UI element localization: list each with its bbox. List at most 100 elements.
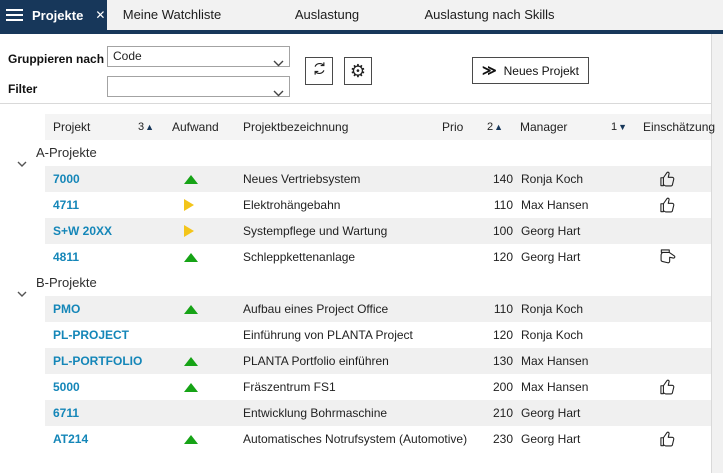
project-description: Automatisches Notrufsystem (Automotive) xyxy=(243,432,468,446)
rating-icon xyxy=(655,322,681,348)
project-priority: 230 xyxy=(492,432,513,446)
project-priority: 120 xyxy=(492,250,513,264)
table-row[interactable]: 6711 Entwicklung Bohrmaschine 210 Georg … xyxy=(0,400,711,426)
project-manager: Ronja Koch xyxy=(521,302,584,316)
settings-button[interactable]: ⚙ xyxy=(344,57,372,85)
project-description: PLANTA Portfolio einführen xyxy=(243,354,389,368)
tab-auslastung[interactable]: Auslastung xyxy=(267,0,387,30)
table-row[interactable]: 4711 Elektrohängebahn 110 Max Hansen xyxy=(0,192,711,218)
project-description: Entwicklung Bohrmaschine xyxy=(243,406,388,420)
project-priority: 120 xyxy=(492,328,513,342)
trend-up-icon xyxy=(184,296,202,322)
rating-icon xyxy=(655,348,681,374)
project-description: Neues Vertriebsystem xyxy=(243,172,361,186)
project-priority: 210 xyxy=(492,406,513,420)
thumb-neutral-icon xyxy=(655,244,681,270)
group-by-label: Gruppieren nach xyxy=(8,52,105,66)
trend-up-icon xyxy=(184,244,202,270)
project-description: Einführung von PLANTA Project xyxy=(243,328,413,342)
filter-select[interactable] xyxy=(107,76,290,97)
group-by-value: Code xyxy=(113,49,142,63)
group-row-a-projekte[interactable]: A-Projekte xyxy=(0,140,711,167)
project-table: Projekt 3▲ Aufwand Projektbezeichnung Pr… xyxy=(0,104,715,473)
tab-auslastung-nach-skills[interactable]: Auslastung nach Skills xyxy=(402,0,577,30)
sort-indicator-projekt[interactable]: 3▲ xyxy=(138,114,154,140)
project-manager: Ronja Koch xyxy=(521,172,584,186)
project-code-link[interactable]: 6711 xyxy=(53,400,181,426)
scrollbar-track[interactable] xyxy=(711,34,723,473)
filter-label: Filter xyxy=(8,82,38,96)
table-header-row: Projekt 3▲ Aufwand Projektbezeichnung Pr… xyxy=(0,114,715,140)
close-tab-icon[interactable]: ✕ xyxy=(95,8,105,22)
project-priority: 140 xyxy=(492,172,513,186)
refresh-icon xyxy=(310,59,329,83)
column-header-manager[interactable]: Manager xyxy=(520,114,567,140)
chevron-down-icon xyxy=(273,54,284,73)
project-code-link[interactable]: 5000 xyxy=(53,374,181,400)
project-code-link[interactable]: 4811 xyxy=(53,244,181,270)
new-project-button[interactable]: ≫ Neues Projekt xyxy=(472,57,589,84)
table-row[interactable]: PL-PROJECT Einführung von PLANTA Project… xyxy=(0,322,711,348)
table-row[interactable]: 7000 Neues Vertriebsystem 140 Ronja Koch xyxy=(0,166,711,192)
table-row[interactable]: S+W 20XX Systempflege und Wartung 100 Ge… xyxy=(0,218,711,244)
tab-meine-watchliste[interactable]: Meine Watchliste xyxy=(112,0,232,30)
project-priority: 130 xyxy=(492,354,513,368)
project-code-link[interactable]: 4711 xyxy=(53,192,181,218)
column-header-einschaetzung[interactable]: Einschätzung xyxy=(643,114,715,140)
thumbs-up-icon xyxy=(655,426,681,452)
table-row[interactable]: 5000 Fräszentrum FS1 200 Max Hansen xyxy=(0,374,711,400)
project-manager: Georg Hart xyxy=(521,250,581,264)
trend-icon xyxy=(184,322,202,348)
table-row[interactable]: PMO Aufbau eines Project Office 110 Ronj… xyxy=(0,296,711,322)
tab-bar: Projekte ✕ Meine Watchliste Auslastung A… xyxy=(0,0,723,34)
trend-up-icon xyxy=(184,374,202,400)
rating-icon xyxy=(655,400,681,426)
chevron-down-icon[interactable] xyxy=(17,150,27,176)
project-code-link[interactable]: S+W 20XX xyxy=(53,218,181,244)
project-manager: Georg Hart xyxy=(521,406,581,420)
sort-desc-icon: ▼ xyxy=(618,122,628,132)
rating-icon xyxy=(655,218,681,244)
new-project-label: Neues Projekt xyxy=(503,63,580,78)
trend-up-icon xyxy=(184,166,202,192)
group-by-select[interactable]: Code xyxy=(107,46,290,67)
sort-indicator-manager[interactable]: 1▼ xyxy=(611,114,627,140)
project-code-link[interactable]: 7000 xyxy=(53,166,181,192)
group-label: B-Projekte xyxy=(36,275,97,290)
gear-icon: ⚙ xyxy=(349,61,367,81)
sort-asc-icon: ▲ xyxy=(494,122,504,132)
project-manager: Max Hansen xyxy=(521,380,589,394)
column-header-projektbezeichnung[interactable]: Projektbezeichnung xyxy=(243,114,348,140)
thumbs-up-icon xyxy=(655,166,681,192)
chevron-down-icon xyxy=(273,84,284,103)
column-header-aufwand[interactable]: Aufwand xyxy=(172,114,219,140)
table-row[interactable]: PL-PORTFOLIO PLANTA Portfolio einführen … xyxy=(0,348,711,374)
project-manager: Max Hansen xyxy=(521,198,589,212)
thumbs-up-icon xyxy=(655,192,681,218)
project-description: Elektrohängebahn xyxy=(243,198,341,212)
sort-indicator-prio[interactable]: 2▲ xyxy=(487,114,503,140)
trend-right-icon xyxy=(184,218,202,244)
project-description: Aufbau eines Project Office xyxy=(243,302,389,316)
tab-projekte[interactable]: Projekte ✕ xyxy=(0,0,107,30)
sort-asc-icon: ▲ xyxy=(145,122,155,132)
table-row[interactable]: 4811 Schleppkettenanlage 120 Georg Hart xyxy=(0,244,711,270)
chevron-down-icon[interactable] xyxy=(17,280,27,306)
rating-icon xyxy=(655,296,681,322)
group-row-b-projekte[interactable]: B-Projekte xyxy=(0,270,711,297)
project-description: Fräszentrum FS1 xyxy=(243,380,336,394)
project-code-link[interactable]: PL-PORTFOLIO xyxy=(53,348,181,374)
project-code-link[interactable]: PL-PROJECT xyxy=(53,322,181,348)
table-row[interactable]: AT214 Automatisches Notrufsystem (Automo… xyxy=(0,426,711,452)
project-code-link[interactable]: AT214 xyxy=(53,426,181,452)
project-priority: 110 xyxy=(493,302,513,316)
trend-right-icon xyxy=(184,192,202,218)
thumbs-up-icon xyxy=(655,374,681,400)
column-header-prio[interactable]: Prio xyxy=(442,114,463,140)
project-code-link[interactable]: PMO xyxy=(53,296,181,322)
project-manager: Ronja Koch xyxy=(521,328,584,342)
refresh-button[interactable] xyxy=(305,57,333,85)
toolbar: Gruppieren nach Code Filter ⚙ ≫ Neues Pr… xyxy=(0,34,723,103)
menu-icon[interactable] xyxy=(6,6,23,24)
column-header-projekt[interactable]: Projekt xyxy=(53,114,90,140)
